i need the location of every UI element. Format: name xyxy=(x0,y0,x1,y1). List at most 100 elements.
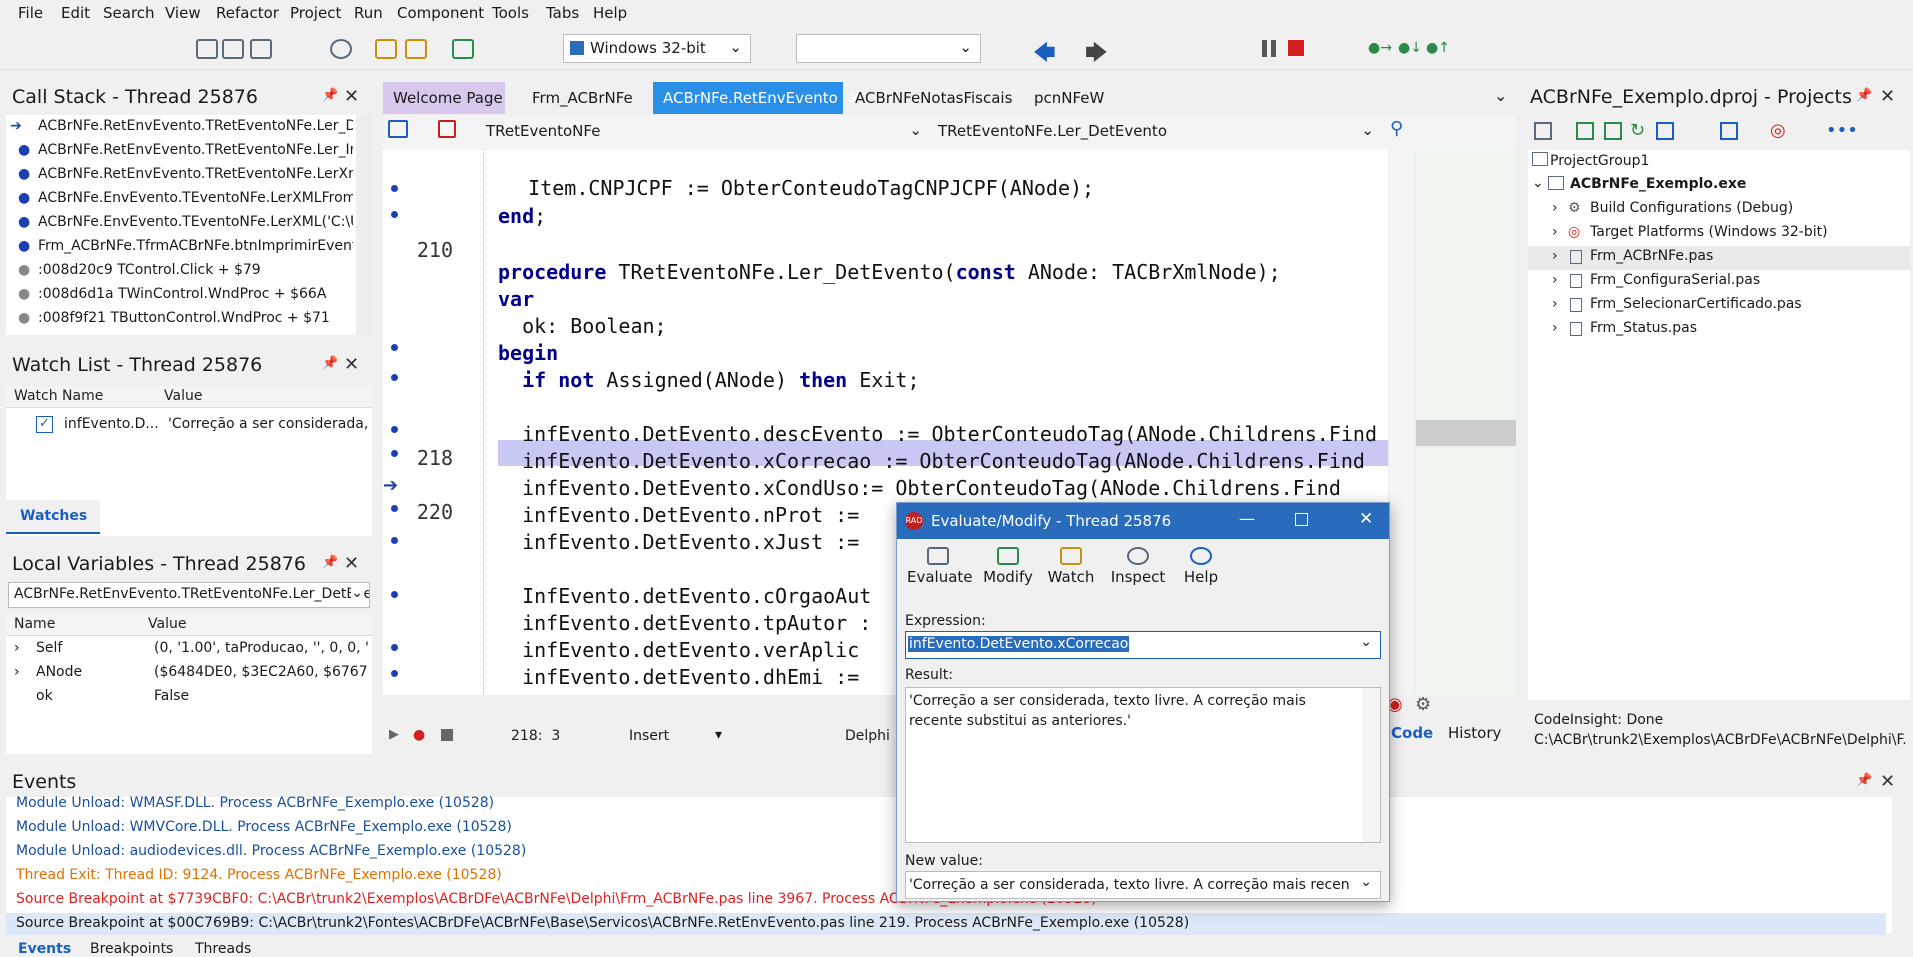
pin-icon[interactable]: 📌 xyxy=(322,555,338,570)
gear-icon[interactable]: ⚙ xyxy=(1415,694,1431,715)
close-icon[interactable]: ✕ xyxy=(1880,771,1895,792)
stop-icon[interactable] xyxy=(441,729,453,741)
options-icon[interactable] xyxy=(1720,122,1738,140)
record-icon[interactable]: ● xyxy=(413,727,425,743)
column-header[interactable]: Value xyxy=(164,388,202,404)
tab-welcome-page[interactable]: Welcome Page xyxy=(383,82,505,114)
menu-view[interactable]: View xyxy=(165,4,201,22)
chevron-down-icon[interactable]: ⌄ xyxy=(1360,634,1372,650)
list-item[interactable]: ACBrNFe.RetEnvEvento.TRetEventoNFe.LerXm… xyxy=(38,166,353,182)
maximize-icon[interactable] xyxy=(1295,513,1308,526)
tab-acbrnfe-retenvevento[interactable]: ACBrNFe.RetEnvEvento ✕ xyxy=(653,82,860,114)
class-combo[interactable]: TRetEventoNFe ⌄ xyxy=(480,118,930,146)
menu-search[interactable]: Search xyxy=(103,4,155,22)
list-item[interactable]: ACBrNFe.EnvEvento.TEventoNFe.LerXML('C:\… xyxy=(38,214,353,230)
menu-tools[interactable]: Tools xyxy=(492,4,529,22)
variable-value[interactable]: (0, '1.00', taProducao, '', 0, 0, '', ..… xyxy=(154,640,368,656)
breakpoint-marker[interactable] xyxy=(391,644,398,651)
expand-icon[interactable]: › xyxy=(1552,272,1558,288)
tree-item[interactable]: ACBrNFe_Exemplo.exe xyxy=(1570,176,1746,192)
target-icon[interactable]: ◎ xyxy=(1770,120,1786,141)
chevron-down-icon[interactable]: ⌄ xyxy=(1360,874,1372,890)
tab-pcnnfew[interactable]: pcnNFeW xyxy=(1024,82,1124,114)
modify-button[interactable]: Modify xyxy=(977,547,1039,586)
chevron-down-icon[interactable]: ⌄ xyxy=(1494,86,1507,105)
column-header[interactable]: Name xyxy=(14,616,55,632)
minimize-icon[interactable]: — xyxy=(1239,509,1255,528)
tab-threads[interactable]: Threads xyxy=(195,941,251,957)
breakpoint-marker[interactable] xyxy=(391,450,398,457)
expand-icon[interactable]: › xyxy=(1552,200,1558,216)
menu-refactor[interactable]: Refactor xyxy=(216,4,279,22)
list-item[interactable]: ACBrNFe.RetEnvEvento.TRetEventoNFe.Ler_D… xyxy=(38,118,353,134)
expand-icon[interactable]: › xyxy=(1552,224,1558,240)
list-item[interactable]: :008f9f21 TButtonControl.WndProc + $71 xyxy=(38,310,330,326)
scrollbar[interactable] xyxy=(356,115,372,335)
close-icon[interactable]: ✕ xyxy=(344,86,359,107)
tree-item[interactable]: Frm_ACBrNFe.pas xyxy=(1590,248,1713,264)
menu-run[interactable]: Run xyxy=(354,4,383,22)
close-icon[interactable]: ✕ xyxy=(344,354,359,375)
tab-frm-acbrnfe[interactable]: Frm_ACBrNFe xyxy=(522,82,640,114)
platform-select[interactable]: Windows 32-bit ⌄ xyxy=(563,34,751,63)
menu-component[interactable]: Component xyxy=(397,4,484,22)
scrollbar[interactable] xyxy=(1892,797,1910,933)
breakpoint-marker[interactable] xyxy=(391,505,398,512)
list-item[interactable]: ACBrNFe.EnvEvento.TEventoNFe.LerXMLFromS… xyxy=(38,190,353,206)
collapse-icon[interactable]: ⌄ xyxy=(1532,175,1544,191)
list-item[interactable]: :008d20c9 TControl.Click + $79 xyxy=(38,262,261,278)
structure-icon[interactable] xyxy=(388,120,408,138)
print-icon[interactable] xyxy=(438,120,456,138)
step-over-icon[interactable]: ●→ xyxy=(1368,40,1392,56)
column-header[interactable]: Value xyxy=(148,616,186,632)
frame-select[interactable]: ACBrNFe.RetEnvEvento.TRetEventoNFe.Ler_D… xyxy=(8,582,370,608)
help-button[interactable]: Help xyxy=(1177,547,1225,586)
variable-value[interactable]: ($6484DE0, $3EC2A60, $67678... xyxy=(154,664,368,680)
watch-value[interactable]: 'Correção a ser considerada, ... xyxy=(168,416,368,432)
breakpoint-marker[interactable] xyxy=(391,591,398,598)
expand-icon[interactable]: › xyxy=(1552,296,1558,312)
inspect-button[interactable]: Inspect xyxy=(1107,547,1169,586)
more-icon[interactable]: ••• xyxy=(1826,120,1858,141)
breakpoint-marker[interactable] xyxy=(391,344,398,351)
new-item-icon[interactable] xyxy=(1534,122,1552,140)
open-icon[interactable] xyxy=(405,39,427,59)
run-icon[interactable] xyxy=(330,39,352,59)
play-icon[interactable]: ▶ xyxy=(389,727,399,742)
tree-item[interactable]: Target Platforms (Windows 32-bit) xyxy=(1590,224,1828,240)
tree-item[interactable]: Build Configurations (Debug) xyxy=(1590,200,1793,216)
evaluate-button[interactable]: Evaluate xyxy=(907,547,973,586)
watch-name[interactable]: infEvento.D... xyxy=(64,416,159,432)
breakpoint-marker[interactable] xyxy=(391,670,398,677)
method-combo[interactable]: TRetEventoNFe.Ler_DetEvento ⌄ xyxy=(932,118,1382,146)
dialog-titlebar[interactable]: RAD Evaluate/Modify - Thread 25876 — ✕ xyxy=(897,503,1389,539)
menu-help[interactable]: Help xyxy=(593,4,627,22)
window-icon[interactable] xyxy=(222,39,244,59)
close-icon[interactable]: ✕ xyxy=(1880,86,1895,107)
tab-events[interactable]: Events xyxy=(18,941,71,957)
pin-icon[interactable]: 📌 xyxy=(322,88,338,103)
refresh-icon[interactable]: ↻ xyxy=(1630,120,1645,141)
tab-breakpoints[interactable]: Breakpoints xyxy=(90,941,173,957)
step-out-icon[interactable]: ●↑ xyxy=(1426,40,1450,56)
breakpoint-marker[interactable] xyxy=(391,211,398,218)
expand-icon[interactable]: › xyxy=(14,640,20,656)
breakpoint-marker[interactable] xyxy=(391,426,398,433)
close-icon[interactable]: ✕ xyxy=(1359,509,1373,529)
search-icon[interactable]: ⚲ xyxy=(1390,118,1403,139)
step-into-icon[interactable]: ●↓ xyxy=(1398,40,1422,56)
list-item[interactable]: Frm_ACBrNFe.TfrmACBrNFe.btnImprimirEvent… xyxy=(38,238,353,254)
watch-checkbox[interactable]: ✓ xyxy=(36,416,53,433)
event-row[interactable]: Module Unload: WMASF.DLL. Process ACBrNF… xyxy=(16,795,494,811)
back-arrow-icon[interactable]: 🡄 xyxy=(1033,36,1056,74)
scrollbar[interactable] xyxy=(1362,688,1380,842)
pin-icon[interactable]: 📌 xyxy=(1856,773,1872,788)
tab-acbrnfenotasfiscais[interactable]: ACBrNFeNotasFiscais xyxy=(845,82,1025,114)
pin-icon[interactable]: 📌 xyxy=(322,356,338,371)
tree-item[interactable]: ProjectGroup1 xyxy=(1550,153,1649,169)
layout-icon[interactable] xyxy=(1656,122,1674,140)
list-item[interactable]: :008d6d1a TWinControl.WndProc + $66A xyxy=(38,286,326,302)
tree-item[interactable]: Frm_Status.pas xyxy=(1590,320,1697,336)
expand-icon[interactable]: › xyxy=(1552,248,1558,264)
tree-item[interactable]: Frm_SelecionarCertificado.pas xyxy=(1590,296,1802,312)
